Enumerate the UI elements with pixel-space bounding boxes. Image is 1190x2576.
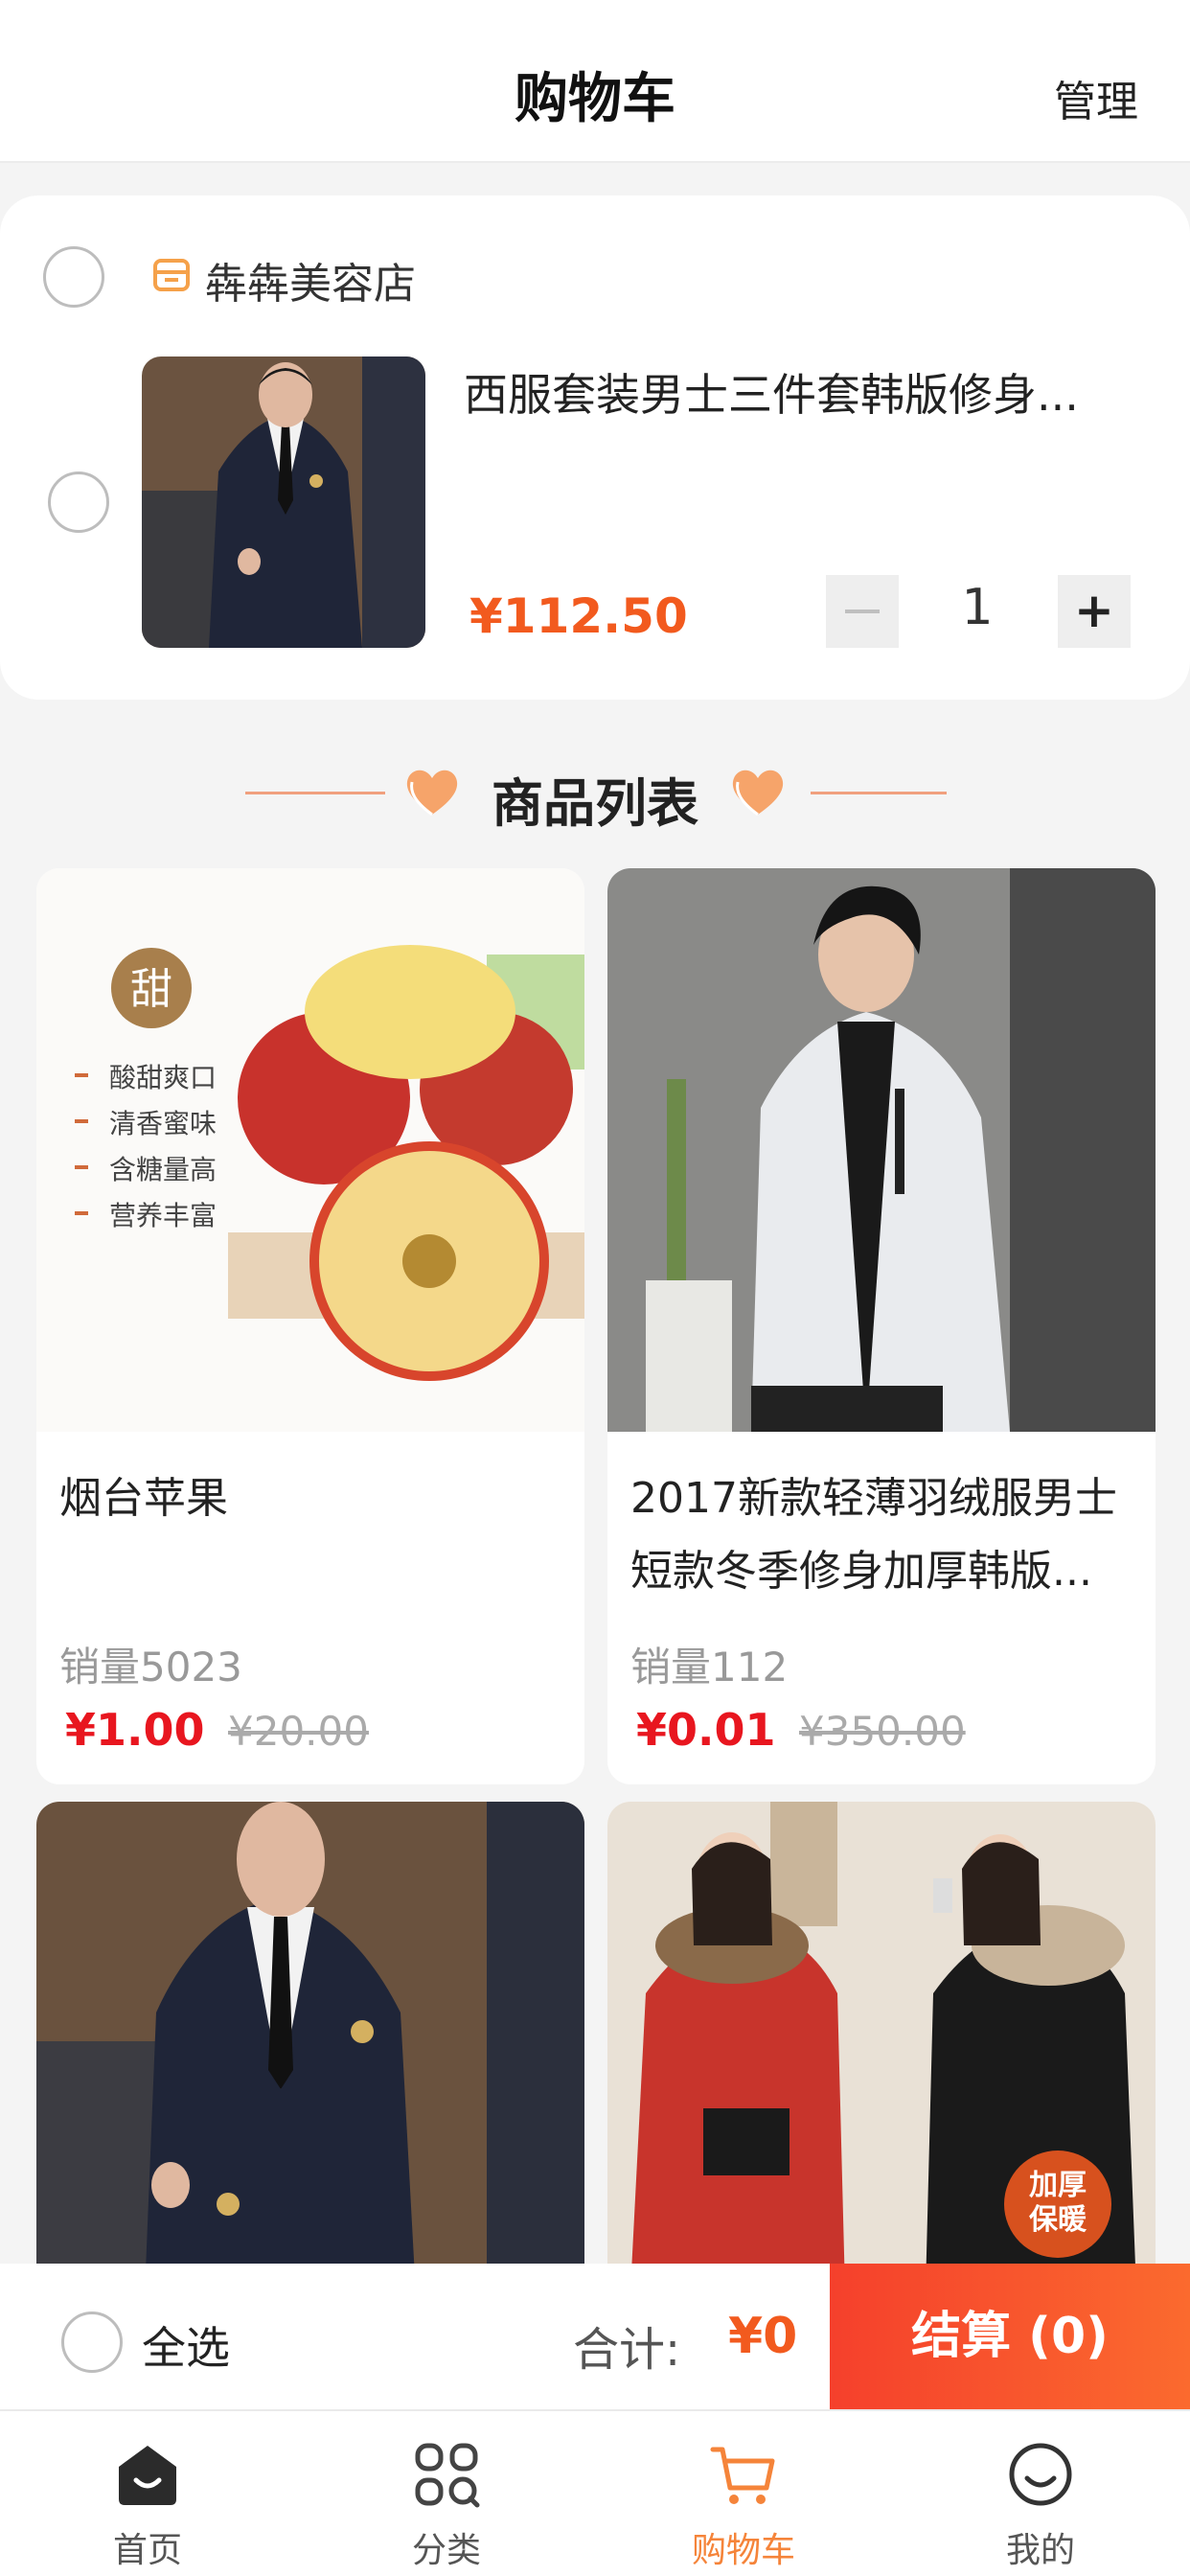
total-value: ¥0 (728, 2308, 798, 2365)
tab-label: 我的 (1005, 2531, 1075, 2570)
svg-text:甜: 甜 (130, 965, 172, 1014)
svg-text:酸甜爽口: 酸甜爽口 (109, 1062, 217, 1093)
svg-text:营养丰富: 营养丰富 (109, 1200, 217, 1231)
page-title: 购物车 (515, 68, 675, 130)
product-card[interactable]: 2017新款轻薄羽绒服男士短款冬季修身加厚韩版... 销量112 ¥0.01 ¥… (607, 868, 1156, 1784)
select-all-label[interactable]: 全选 (142, 2313, 230, 2377)
quantity-decrease-button[interactable] (826, 575, 899, 648)
profile-icon (1009, 2443, 1072, 2506)
product-list-header: 商品列表 (0, 753, 1190, 840)
tab-home[interactable]: 首页 (61, 2411, 234, 2576)
product-original-price: ¥20.00 (228, 1708, 369, 1755)
product-image (607, 868, 1156, 1432)
tab-cart[interactable]: 购物车 (657, 2411, 830, 2576)
cart-icon (710, 2447, 775, 2504)
tab-label: 分类 (411, 2531, 481, 2570)
product-name: 烟台苹果 (59, 1474, 228, 1523)
item-thumbnail[interactable] (142, 356, 425, 648)
item-select-radio[interactable] (48, 472, 109, 533)
store-name[interactable]: 犇犇美容店 (205, 249, 416, 310)
manage-button[interactable]: 管理 (1054, 67, 1138, 128)
checkout-button[interactable]: 结算 (0) (830, 2264, 1190, 2409)
quantity-value[interactable]: 1 (920, 579, 1035, 636)
product-price: ¥0.01 (636, 1704, 776, 1756)
divider-line-right (811, 792, 947, 794)
store-select-radio[interactable] (43, 246, 104, 308)
product-original-price: ¥350.00 (799, 1708, 966, 1755)
select-all-radio[interactable] (61, 2312, 123, 2373)
total-label: 合计: (573, 2323, 681, 2377)
product-sales: 销量5023 (59, 1644, 242, 1690)
cart-store-card: 犇犇美容店 西服套装男士三件套韩版修身... ¥112.50 1 + (0, 196, 1190, 700)
home-icon (119, 2446, 176, 2505)
category-icon (415, 2443, 480, 2508)
section-title: 商品列表 (492, 773, 698, 834)
tab-category[interactable]: 分类 (360, 2411, 533, 2576)
tab-label: 首页 (112, 2531, 182, 2570)
store-icon (153, 259, 190, 291)
tab-profile[interactable]: 我的 (954, 2411, 1127, 2576)
product-card[interactable]: 甜 酸甜爽口 清香蜜味 含糖量高 营养丰富 烟台苹果 销量5023 ¥1.00 … (36, 868, 584, 1784)
product-name: 2017新款轻薄羽绒服男士短款冬季修身加厚韩版... (630, 1474, 1117, 1596)
product-sales: 销量112 (630, 1644, 789, 1690)
item-price: ¥112.50 (469, 588, 688, 644)
bottom-tab-bar: 首页 分类 购物车 我的 (0, 2409, 1190, 2576)
product-image: 甜 酸甜爽口 清香蜜味 含糖量高 营养丰富 (36, 868, 584, 1432)
tab-label: 购物车 (691, 2531, 795, 2570)
svg-text:清香蜜味: 清香蜜味 (109, 1108, 217, 1139)
svg-text:加厚: 加厚 (1029, 2169, 1087, 2202)
heart-icon (732, 770, 784, 816)
svg-text:含糖量高: 含糖量高 (109, 1154, 217, 1185)
svg-text:保暖: 保暖 (1029, 2203, 1087, 2237)
quantity-increase-button[interactable]: + (1058, 575, 1131, 648)
product-price: ¥1.00 (65, 1704, 205, 1756)
item-title[interactable]: 西服套装男士三件套韩版修身... (464, 360, 1134, 424)
header: 购物车 管理 (0, 0, 1190, 163)
checkout-bar: 全选 合计: ¥0 结算 (0) (0, 2264, 1190, 2409)
